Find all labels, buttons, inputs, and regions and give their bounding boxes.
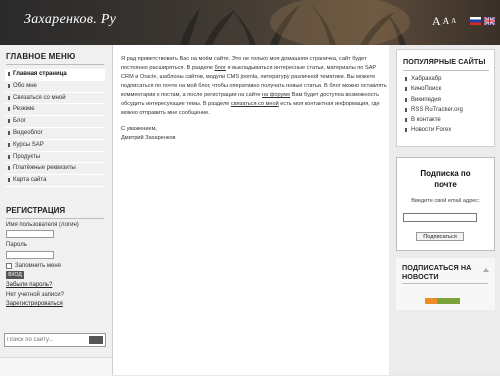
menu-item-about[interactable]: Обо мне [5, 80, 105, 93]
popular-divider [403, 70, 489, 71]
font-size-controls: AAA [432, 14, 458, 29]
registration-title: РЕГИСТРАЦИЯ [6, 206, 105, 219]
popular-sites-list: Хабрахабр КиноПоиск Википедия RSS RuTrac… [405, 74, 495, 136]
popular-link-wikipedia[interactable]: Википедия [405, 95, 495, 105]
main-menu-title: ГЛАВНОЕ МЕНЮ [6, 52, 104, 65]
subscribe-button[interactable]: Подписаться [416, 232, 464, 241]
popular-link-kinopoisk[interactable]: КиноПоиск [405, 84, 495, 94]
menu-item-products[interactable]: Продукты [5, 151, 105, 164]
no-account-text: Нет учетной записи? [6, 292, 64, 298]
password-input[interactable] [6, 251, 54, 259]
popular-sites-box: ПОПУЛЯРНЫЕ САЙТЫ Хабрахабр КиноПоиск Вик… [396, 49, 495, 147]
popular-sites-title: ПОПУЛЯРНЫЕ САЙТЫ [403, 57, 486, 66]
popular-link-vkontakte[interactable]: В контакте [405, 115, 495, 125]
password-label: Пароль [6, 242, 27, 248]
menu-item-blog[interactable]: Блог [5, 116, 105, 128]
forum-link[interactable]: на форуме [262, 92, 290, 98]
email-subscribe-box: Подписка по почте Введите свой email адр… [396, 157, 495, 251]
menu-item-home[interactable]: Главная страница [5, 69, 105, 81]
username-input[interactable] [6, 230, 54, 238]
subscribe-email-input[interactable] [403, 213, 477, 222]
ru-flag-icon[interactable] [470, 17, 481, 25]
menu-item-resume[interactable]: Резюме [5, 104, 105, 117]
rss-badge-right [437, 298, 460, 304]
search-box [4, 333, 106, 347]
subscribe-email-label: Введите свой email адрес: [411, 198, 480, 204]
popular-link-habr[interactable]: Хабрахабр [405, 74, 495, 84]
search-button[interactable] [89, 336, 103, 344]
left-sidebar: ГЛАВНОЕ МЕНЮ Главная страница Обо мне Св… [0, 45, 113, 376]
register-link[interactable]: Зарегистрироваться [6, 301, 63, 307]
right-sidebar: ПОПУЛЯРНЫЕ САЙТЫ Хабрахабр КиноПоиск Вик… [389, 45, 500, 375]
uk-flag-graphic [484, 17, 495, 25]
remember-me-label: Запомнить меня [15, 263, 61, 269]
menu-item-videoblog[interactable]: Видеоблог [5, 127, 105, 140]
rss-feed-badge[interactable] [425, 298, 460, 304]
login-button[interactable]: ВХОД [6, 271, 24, 279]
popular-link-forex[interactable]: Новости Forex [405, 125, 495, 135]
main-content: Я рад приветствовать Вас на моём сайте. … [113, 45, 389, 375]
rss-badge-left [425, 298, 437, 304]
uk-flag-icon[interactable] [484, 17, 495, 25]
contact-link[interactable]: связаться со мной [231, 101, 279, 107]
welcome-paragraph: Я рад приветствовать Вас на моём сайте. … [121, 55, 389, 118]
menu-item-contact[interactable]: Связаться со мной [5, 92, 105, 105]
subscribe-title: Подписка по почте [420, 169, 471, 189]
left-sidebar-footer [0, 357, 112, 376]
news-divider [402, 283, 488, 284]
site-header: Захаренков. Ру AAA [0, 0, 500, 45]
main-menu: Главная страница Обо мне Связаться со мн… [5, 69, 105, 187]
site-title[interactable]: Захаренков. Ру [24, 12, 116, 28]
menu-item-sitemap[interactable]: Карта сайта [5, 175, 105, 187]
signature-text: Дмитрий Захаренков [121, 135, 176, 141]
collapse-arrow-icon[interactable] [483, 268, 489, 272]
forgot-password-link[interactable]: Забыли пароль? [6, 282, 52, 288]
font-size-default[interactable]: A [443, 16, 450, 26]
username-label: Имя пользователя (логин) [6, 222, 79, 228]
menu-item-payment[interactable]: Платёжные реквизиты [5, 163, 105, 176]
blog-link[interactable]: блог [215, 65, 226, 71]
font-size-decrease[interactable]: A [451, 17, 456, 25]
regards-text: С уважением, [121, 126, 157, 132]
search-input[interactable] [7, 335, 77, 345]
font-size-increase[interactable]: A [432, 14, 441, 29]
news-subscribe-title: ПОДПИСАТЬСЯ НА НОВОСТИ [402, 263, 472, 281]
remember-me-checkbox[interactable] [6, 263, 12, 269]
menu-item-sap-courses[interactable]: Курсы SAP [5, 139, 105, 152]
popular-link-rutracker[interactable]: RSS RuTracker.org [405, 105, 495, 115]
